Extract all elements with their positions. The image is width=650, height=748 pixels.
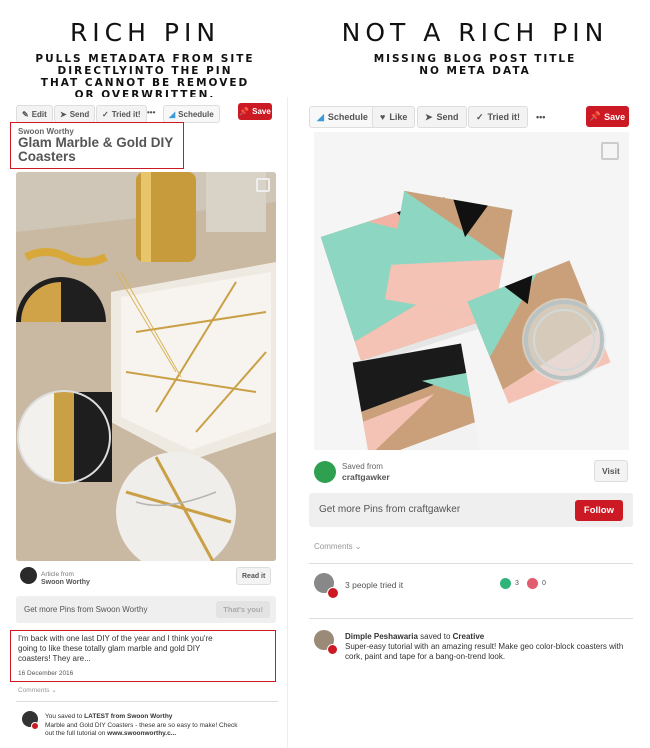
comments-toggle[interactable]: Comments ⌄ xyxy=(314,542,362,551)
right-header: NOT A RICH PIN MISSING BLOG POST TITLE N… xyxy=(320,18,630,77)
saved-badge-icon xyxy=(327,644,338,655)
divider xyxy=(309,618,633,619)
send-button[interactable]: ➤ Send xyxy=(54,105,96,123)
save-button[interactable]: 📌 Save xyxy=(586,106,629,127)
expand-icon[interactable] xyxy=(256,178,270,192)
more-options-button[interactable]: ••• xyxy=(147,108,155,117)
pin-icon: 📌 xyxy=(589,111,602,121)
source-link[interactable]: craftgawker xyxy=(342,472,390,482)
chevron-down-icon: ⌄ xyxy=(354,542,362,551)
edit-button[interactable]: ✎ Edit xyxy=(16,105,53,123)
left-header-subtitle: PULLS METADATA FROM SITE DIRECTLYINTO TH… xyxy=(35,53,255,101)
more-pins-bar[interactable]: Get more Pins from craftgawker Follow xyxy=(309,493,633,527)
activity-item: You saved to LATEST from Swoon Worthy Ma… xyxy=(45,713,238,737)
source-link[interactable]: Swoon Worthy xyxy=(41,579,90,586)
visit-button[interactable]: Visit xyxy=(594,460,628,482)
thats-you-button[interactable]: That's you! xyxy=(216,601,270,618)
tried-it-button[interactable]: ✓ Tried it! xyxy=(96,105,147,123)
tried-badge-icon xyxy=(327,587,339,599)
more-pins-label: Get more Pins from Swoon Worthy xyxy=(24,605,148,614)
left-header: RICH PIN PULLS METADATA FROM SITE DIRECT… xyxy=(20,18,270,101)
like-button[interactable]: ♥ Like xyxy=(372,106,416,128)
tailwind-icon: ◢ xyxy=(169,109,176,119)
happy-reaction[interactable]: 3 xyxy=(500,578,519,589)
send-icon: ➤ xyxy=(60,109,67,119)
pin-image-geo-coasters[interactable] xyxy=(314,132,629,450)
pin-title: Glam Marble & Gold DIY Coasters xyxy=(18,135,174,164)
divider xyxy=(309,563,633,564)
follow-button[interactable]: Follow xyxy=(574,500,623,521)
pin-description: I'm back with one last DIY of the year a… xyxy=(18,634,213,663)
pin-icon: 📌 xyxy=(239,107,250,116)
sad-reaction[interactable]: 0 xyxy=(527,578,546,589)
saved-from-label: Saved from xyxy=(342,462,383,471)
comments-toggle[interactable]: Comments ⌄ xyxy=(18,686,57,694)
sad-face-icon xyxy=(527,578,538,589)
saved-badge-icon xyxy=(31,722,39,730)
pencil-icon: ✎ xyxy=(22,109,29,119)
pin-image-marble-coasters[interactable] xyxy=(16,172,276,561)
divider xyxy=(16,701,278,702)
schedule-button[interactable]: ◢ Schedule xyxy=(163,105,220,123)
left-header-title: RICH PIN xyxy=(69,18,221,47)
left-pin-panel: ✎ Edit ➤ Send ✓ Tried it! ••• ◢ Schedule 📌 Sa… xyxy=(8,97,288,748)
more-pins-label: Get more Pins from craftgawker xyxy=(319,504,461,515)
send-button[interactable]: ➤ Send xyxy=(417,106,467,128)
activity-item: Dimple Peshawaria saved to Creative Supe… xyxy=(345,632,624,661)
more-pins-bar[interactable]: Get more Pins from Swoon Worthy That's y… xyxy=(16,596,276,623)
right-header-title: NOT A RICH PIN xyxy=(341,18,609,47)
craftgawker-avatar[interactable] xyxy=(314,461,336,483)
article-from-label: Article from xyxy=(41,571,74,578)
check-icon: ✓ xyxy=(102,109,109,119)
save-button[interactable]: 📌 Save xyxy=(238,103,272,120)
send-icon: ➤ xyxy=(425,111,433,122)
tailwind-icon: ◢ xyxy=(317,111,324,122)
read-it-button[interactable]: Read it xyxy=(236,567,272,585)
swoon-worthy-avatar[interactable] xyxy=(20,567,37,584)
tried-count[interactable]: 3 people tried it xyxy=(345,580,403,590)
happy-face-icon xyxy=(500,578,511,589)
right-header-subtitle: MISSING BLOG POST TITLE NO META DATA xyxy=(373,53,577,77)
pin-date: 16 December 2016 xyxy=(18,670,74,677)
schedule-button[interactable]: ◢ Schedule xyxy=(309,106,376,128)
right-pin-panel: ◢ Schedule ♥ Like ➤ Send ✓ Tried it! ••• 📌 Sa… xyxy=(290,97,650,748)
chevron-down-icon: ⌄ xyxy=(51,687,57,694)
visual-search-icon[interactable] xyxy=(601,142,619,160)
heart-icon: ♥ xyxy=(380,112,386,122)
more-options-button[interactable]: ••• xyxy=(536,112,545,122)
tried-it-button[interactable]: ✓ Tried it! xyxy=(468,106,529,128)
check-icon: ✓ xyxy=(476,111,484,122)
